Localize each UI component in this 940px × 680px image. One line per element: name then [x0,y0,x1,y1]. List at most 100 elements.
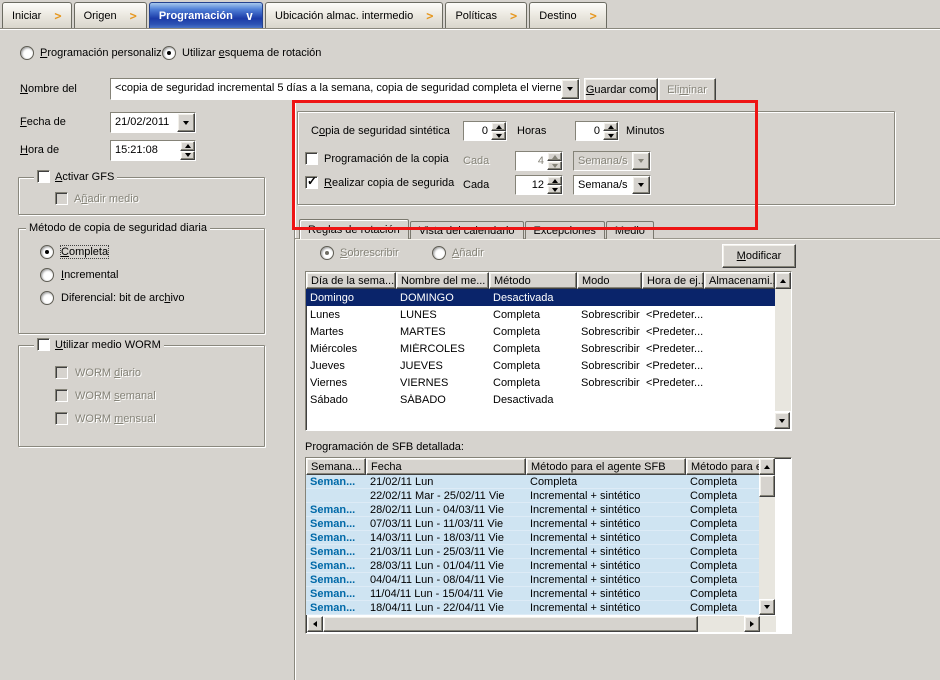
dropdown-button[interactable] [177,113,195,132]
rotation-tab-label: Vista del calendario [419,225,515,237]
table-row[interactable]: Seman... 21/03/11 Lun - 25/03/11 Vie Inc… [306,545,759,559]
rotation-tab[interactable]: Excepciones [525,221,605,239]
checkbox-icon [55,412,68,425]
column-header[interactable]: Método para el ag [686,458,759,475]
column-header[interactable]: Hora de ej... [642,272,704,289]
worm-option-label: WORM diario [75,367,141,379]
table-row[interactable]: Sábado SÁBADO Desactivada [306,391,775,408]
column-header[interactable]: Fecha [366,458,526,475]
scrollbar-up-button[interactable] [775,272,791,289]
table-row[interactable]: Seman... 28/03/11 Lun - 01/04/11 Vie Inc… [306,559,759,573]
save-as-button[interactable]: Guardar como [584,78,658,102]
scrollbar-track[interactable] [759,497,775,599]
date-picker[interactable]: 21/02/2011 [110,112,196,133]
full-backup-interval-spinner[interactable]: 12 [515,175,563,195]
cell-media-name: MARTES [396,326,489,338]
wizard-tab[interactable]: Destino > [529,2,607,28]
spin-up-button[interactable] [603,122,618,131]
daily-method-option[interactable]: Incremental [40,263,255,286]
table-row[interactable]: Miércoles MIÉRCOLES Completa Sobrescribi… [306,340,775,357]
overwrite-label: Sobrescribir [340,247,399,259]
full-backup-unit-select[interactable]: Semana/s [573,175,651,195]
scrollbar-down-button[interactable] [759,599,775,615]
gfs-checkbox[interactable]: Activar GFS [34,170,117,183]
wizard-tab[interactable]: Iniciar > [2,2,72,28]
worm-checkbox[interactable]: Utilizar medio WORM [34,338,164,351]
table-row[interactable]: Seman... 18/04/11 Lun - 22/04/11 Vie Inc… [306,601,759,615]
wizard-tab[interactable]: Programación v [149,2,263,28]
scrollbar-thumb[interactable] [323,616,698,632]
table-row[interactable]: 22/02/11 Mar - 25/02/11 Vie Incremental … [306,489,759,503]
table-row[interactable]: Seman... 28/02/11 Lun - 04/03/11 Vie Inc… [306,503,759,517]
spin-down-button[interactable] [547,185,562,194]
table-row[interactable]: Domingo DOMINGO Desactivada [306,289,775,306]
column-header[interactable]: Método [489,272,577,289]
copy-schedule-checkbox[interactable]: Programación de la copia [305,152,449,165]
column-header[interactable]: Modo [577,272,642,289]
synthetic-minutes-spinner[interactable]: 0 [575,121,619,141]
table-row[interactable]: Viernes VIERNES Completa Sobrescribir <P… [306,374,775,391]
modify-label: Modificar [737,250,782,262]
daily-method-option[interactable]: Completa [40,240,255,263]
cell-day: Martes [306,326,396,338]
dropdown-button[interactable] [632,176,650,194]
scrollbar-down-button[interactable] [774,412,790,429]
cell-day: Lunes [306,309,396,321]
cell-date-range: 14/03/11 Lun - 18/03/11 Vie [366,532,526,544]
table-row[interactable]: Seman... 14/03/11 Lun - 18/03/11 Vie Inc… [306,531,759,545]
column-header[interactable]: Día de la sema... [306,272,396,289]
spin-up-button[interactable] [180,141,195,151]
rotation-tab[interactable]: Reglas de rotación [299,219,409,239]
arrow-down-icon [779,419,785,423]
scrollbar-left-button[interactable] [307,616,323,632]
spin-down-button[interactable] [180,151,195,161]
rotation-tab[interactable]: Vista del calendario [410,221,524,239]
rotation-tab[interactable]: Medio [606,221,654,239]
cada-label: Cada [463,155,489,167]
table-row[interactable]: Lunes LUNES Completa Sobrescribir <Prede… [306,306,775,323]
checkbox-icon [55,192,68,205]
table-row[interactable]: Seman... 04/04/11 Lun - 08/04/11 Vie Inc… [306,573,759,587]
cell-agent-method: Completa [686,504,759,516]
spin-up-button[interactable] [491,122,506,131]
wizard-tab[interactable]: Políticas > [445,2,527,28]
time-label: Hora de [20,144,59,156]
cell-media-name: VIERNES [396,377,489,389]
table-row[interactable]: Seman... 07/03/11 Lun - 11/03/11 Vie Inc… [306,517,759,531]
cell-method: Completa [489,377,577,389]
scrollbar-track[interactable] [698,616,744,632]
cell-exec-time: <Predeter... [642,309,704,321]
daily-method-option[interactable]: Diferencial: bit de archivo [40,286,255,309]
time-spinner[interactable]: 15:21:08 [110,140,196,161]
spin-down-button[interactable] [603,131,618,140]
chevron-icon: > [426,9,433,23]
cell-exec-time: <Predeter... [642,360,704,372]
modify-button[interactable]: Modificar [722,244,796,268]
dropdown-button[interactable] [561,79,579,99]
column-header[interactable]: Nombre del me... [396,272,489,289]
table-row[interactable]: Jueves JUEVES Completa Sobrescribir <Pre… [306,357,775,374]
scrollbar-thumb[interactable] [759,475,775,497]
cell-sfb-method: Incremental + sintético [526,532,686,544]
scheme-name-combobox[interactable]: <copia de seguridad incremental 5 días a… [110,78,580,100]
column-header[interactable]: Almacenami... [704,272,775,289]
cell-week: Seman... [306,574,366,586]
full-backup-checkbox[interactable]: Realizar copia de segurida [305,176,454,189]
column-header[interactable]: Semana... [306,458,366,475]
column-header[interactable]: Método para el agente SFB [526,458,686,475]
synthetic-hours-spinner[interactable]: 0 [463,121,507,141]
table-row[interactable]: Martes MARTES Completa Sobrescribir <Pre… [306,323,775,340]
scrollbar-up-button[interactable] [759,458,775,475]
spin-up-button[interactable] [547,176,562,185]
table-row[interactable]: Seman... 11/04/11 Lun - 15/04/11 Vie Inc… [306,587,759,601]
scrollbar-right-button[interactable] [744,616,760,632]
arrow-down-icon [764,605,770,609]
custom-schedule-radio[interactable]: Programación personaliz [20,46,162,60]
spin-down-button[interactable] [491,131,506,140]
scrollbar-track[interactable] [775,289,791,411]
rotation-scheme-radio[interactable]: Utilizar esquema de rotación [162,46,321,60]
wizard-tab[interactable]: Origen > [74,2,147,28]
wizard-tab-label: Políticas [455,10,497,22]
wizard-tab[interactable]: Ubicación almac. intermedio > [265,2,443,28]
table-row[interactable]: Seman... 21/02/11 Lun Completa Completa [306,475,759,489]
